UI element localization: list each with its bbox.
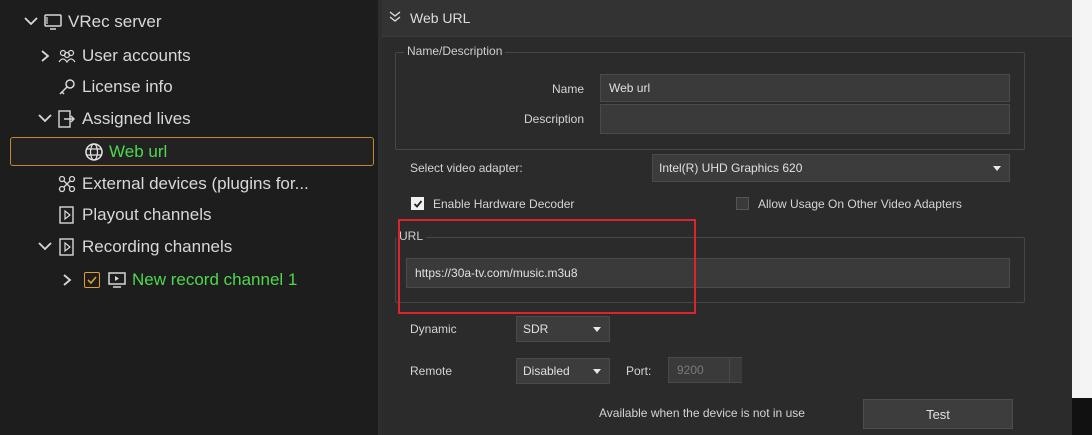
remote-label: Remote <box>410 364 453 378</box>
scrollbar-corner <box>1072 398 1092 435</box>
port-spinner[interactable] <box>729 358 742 382</box>
availability-note: Available when the device is not in use <box>599 406 805 420</box>
enable-hw-decoder-label[interactable]: Enable Hardware Decoder <box>433 197 574 211</box>
scrollbar[interactable] <box>1072 0 1092 435</box>
monitor-icon <box>42 12 64 32</box>
allow-other-adapters-label[interactable]: Allow Usage On Other Video Adapters <box>758 197 962 211</box>
port-value: 9200 <box>677 363 704 377</box>
name-field[interactable] <box>600 74 1010 102</box>
panel-header[interactable]: Web URL <box>382 0 1072 37</box>
description-label: Description <box>524 112 585 126</box>
panel-title: Web URL <box>410 10 471 26</box>
tree-item-assigned-lives[interactable]: Assigned lives <box>34 105 412 133</box>
tree-item-user-accounts[interactable]: User accounts <box>34 42 412 70</box>
name-label: Name <box>552 82 585 96</box>
port-label: Port: <box>626 364 652 378</box>
port-field[interactable]: 9200 <box>668 357 742 383</box>
key-icon <box>56 77 78 97</box>
tree-item-label: VRec server <box>68 12 162 31</box>
checkbox-icon[interactable] <box>84 272 100 288</box>
users-icon <box>56 46 78 66</box>
dynamic-select[interactable]: SDR <box>516 316 610 342</box>
caret-down-icon <box>593 327 601 332</box>
screen-icon <box>106 270 128 290</box>
caret-down-icon <box>593 369 601 374</box>
test-button[interactable]: Test <box>863 399 1013 429</box>
tree-item-label: User accounts <box>82 46 191 65</box>
tree-item-label: External devices (plugins for... <box>82 174 309 193</box>
chevron-right-icon[interactable] <box>56 273 78 287</box>
tree-item-label: Playout channels <box>82 205 212 224</box>
tree-item-recording-channels[interactable]: Recording channels <box>34 233 412 261</box>
tree-item-label: New record channel 1 <box>132 270 298 289</box>
tree-item-label: Assigned lives <box>82 109 191 128</box>
chevron-down-icon[interactable] <box>34 241 56 253</box>
assign-icon <box>56 109 78 129</box>
tree-item-label: Web url <box>109 141 168 161</box>
caret-down-icon <box>993 166 1001 171</box>
video-adapter-label: Select video adapter: <box>410 161 523 175</box>
globe-icon <box>83 142 105 162</box>
tree-item-vrec-server[interactable]: VRec server <box>20 8 398 36</box>
dynamic-label: Dynamic <box>410 322 457 336</box>
tree-item-label: License info <box>82 77 173 96</box>
video-adapter-select[interactable]: Intel(R) UHD Graphics 620 <box>652 154 1010 182</box>
group-title: Name/Description <box>404 44 506 58</box>
annotation-highlight <box>398 219 696 314</box>
document-icon <box>56 205 78 225</box>
name-input[interactable] <box>609 81 1009 95</box>
tree-item-label: Recording channels <box>82 237 233 256</box>
properties-panel: Web URL Name/Description Name Descriptio… <box>382 0 1072 435</box>
chevron-down-icon[interactable] <box>34 113 56 125</box>
document-icon <box>56 237 78 257</box>
chevron-right-icon[interactable] <box>34 49 56 63</box>
plugin-icon <box>56 174 78 194</box>
description-field[interactable] <box>600 104 1010 134</box>
tree-item-web-url[interactable]: Web url <box>10 137 374 166</box>
dynamic-value: SDR <box>523 322 549 336</box>
navigation-tree: VRec server User accounts License info A… <box>0 0 378 435</box>
allow-other-adapters-checkbox[interactable] <box>736 197 749 210</box>
description-input[interactable] <box>609 112 1009 126</box>
chevron-down-icon[interactable] <box>20 16 42 28</box>
remote-value: Disabled <box>523 364 570 378</box>
remote-select[interactable]: Disabled <box>516 358 610 384</box>
chevron-down-icon[interactable] <box>388 10 402 26</box>
video-adapter-value: Intel(R) UHD Graphics 620 <box>659 161 803 175</box>
enable-hw-decoder-checkbox[interactable] <box>411 197 424 210</box>
